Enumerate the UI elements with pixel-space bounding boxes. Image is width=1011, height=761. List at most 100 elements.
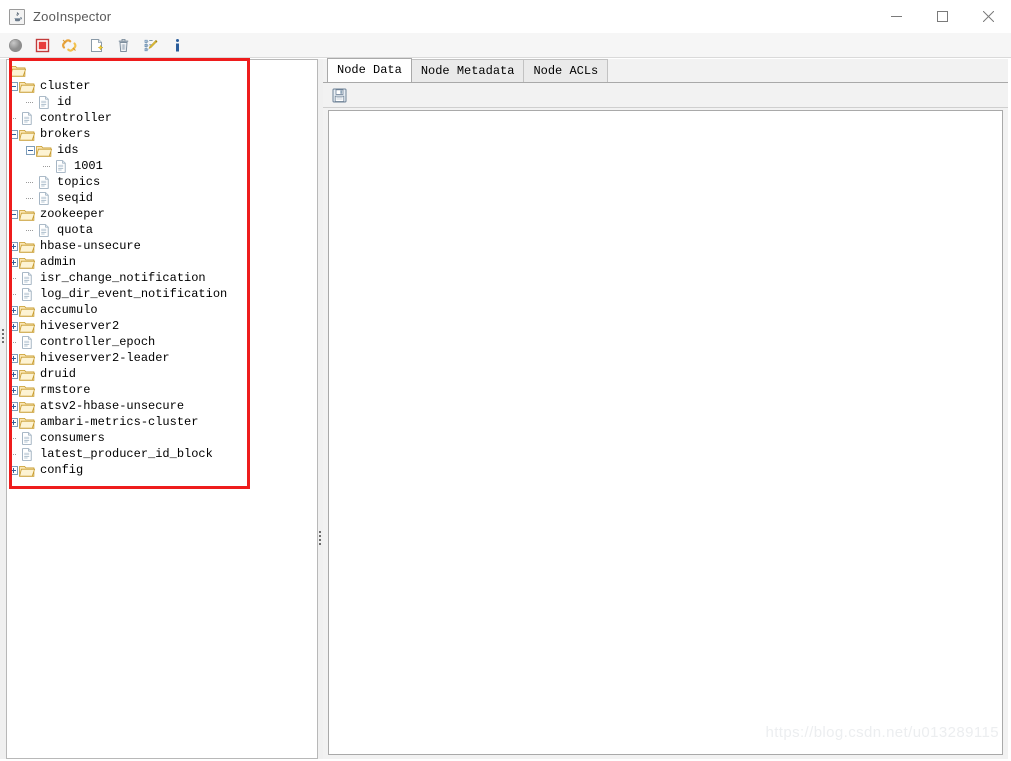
tree-row-label: seqid bbox=[57, 191, 94, 205]
collapse-toggle-icon[interactable] bbox=[26, 145, 35, 155]
expand-toggle-icon[interactable] bbox=[9, 417, 18, 427]
tree-row[interactable]: ids bbox=[7, 142, 317, 158]
tree-row-label: isr_change_notification bbox=[40, 271, 206, 285]
detail-tab-bar[interactable]: Node Data Node Metadata Node ACLs bbox=[323, 58, 1008, 83]
tree-row[interactable]: id bbox=[7, 94, 317, 110]
expand-toggle-icon[interactable] bbox=[9, 385, 18, 395]
tree-row[interactable]: controller_epoch bbox=[7, 334, 317, 350]
connect-button[interactable] bbox=[7, 37, 24, 54]
tree-row[interactable]: consumers bbox=[7, 430, 317, 446]
folder-open-icon bbox=[19, 240, 35, 253]
tree-row[interactable]: zookeeper bbox=[7, 206, 317, 222]
file-icon bbox=[36, 191, 52, 205]
tree-row-label: druid bbox=[40, 367, 77, 381]
expand-toggle-icon[interactable] bbox=[9, 241, 18, 251]
tree-row[interactable]: druid bbox=[7, 366, 317, 382]
tree-row[interactable]: hiveserver2 bbox=[7, 318, 317, 334]
tree-guide-dots bbox=[26, 226, 35, 235]
tree-row[interactable]: 1001 bbox=[7, 158, 317, 174]
tree-row-label: brokers bbox=[40, 127, 91, 141]
node-data-textarea[interactable] bbox=[328, 110, 1003, 755]
expand-toggle-icon[interactable] bbox=[9, 321, 18, 331]
detail-sub-toolbar bbox=[323, 83, 1008, 108]
tree-guide-dots bbox=[43, 162, 52, 171]
collapse-toggle-icon[interactable] bbox=[9, 81, 18, 91]
save-node-data-button[interactable] bbox=[331, 87, 348, 104]
node-tree-panel[interactable]: cluster id controller brokers ids 1001 topics s… bbox=[6, 59, 318, 759]
tree-row-label: topics bbox=[57, 175, 101, 189]
expand-toggle-icon[interactable] bbox=[9, 257, 18, 267]
folder-open-icon bbox=[19, 384, 35, 397]
tree-row[interactable]: rmstore bbox=[7, 382, 317, 398]
collapse-toggle-icon[interactable] bbox=[9, 129, 18, 139]
tree-guide-dots bbox=[26, 194, 35, 203]
tree-row[interactable]: atsv2-hbase-unsecure bbox=[7, 398, 317, 414]
folder-open-icon bbox=[19, 352, 35, 365]
tree-row[interactable]: controller bbox=[7, 110, 317, 126]
delete-node-button[interactable] bbox=[115, 37, 132, 54]
expand-toggle-icon[interactable] bbox=[9, 401, 18, 411]
tree-row[interactable]: hbase-unsecure bbox=[7, 238, 317, 254]
tree-row[interactable]: quota bbox=[7, 222, 317, 238]
folder-open-icon bbox=[19, 400, 35, 413]
file-icon bbox=[36, 175, 52, 189]
tree-row[interactable]: seqid bbox=[7, 190, 317, 206]
zooinspector-window: ZooInspector cluster id controller broke… bbox=[0, 0, 1011, 761]
expand-toggle-icon[interactable] bbox=[9, 465, 18, 475]
tree-row[interactable]: isr_change_notification bbox=[7, 270, 317, 286]
tree-row[interactable]: ambari-metrics-cluster bbox=[7, 414, 317, 430]
tree-guide-dots bbox=[9, 434, 18, 443]
tree-row[interactable]: log_dir_event_notification bbox=[7, 286, 317, 302]
expand-toggle-icon[interactable] bbox=[9, 305, 18, 315]
tree-row[interactable]: latest_producer_id_block bbox=[7, 446, 317, 462]
title-bar-left: ZooInspector bbox=[0, 8, 112, 25]
tree-row[interactable]: hiveserver2-leader bbox=[7, 350, 317, 366]
about-button[interactable] bbox=[169, 37, 186, 54]
file-icon bbox=[53, 159, 69, 173]
tree-row-label: config bbox=[40, 463, 84, 477]
tree-guide-dots bbox=[9, 114, 18, 123]
expand-toggle-icon[interactable] bbox=[9, 369, 18, 379]
tree-row-label: hiveserver2 bbox=[40, 319, 120, 333]
tree-row[interactable]: accumulo bbox=[7, 302, 317, 318]
watermark-text: https://blog.csdn.net/u013289115 bbox=[765, 724, 999, 741]
folder-open-icon bbox=[19, 208, 35, 221]
edit-node-button[interactable] bbox=[142, 37, 159, 54]
file-icon bbox=[19, 271, 35, 285]
window-controls bbox=[873, 0, 1011, 33]
reconnect-button[interactable] bbox=[61, 37, 78, 54]
tab-node-metadata[interactable]: Node Metadata bbox=[410, 59, 525, 82]
right-split-grip[interactable] bbox=[319, 529, 322, 549]
tab-node-acls[interactable]: Node ACLs bbox=[523, 59, 609, 82]
tree-row[interactable]: config bbox=[7, 462, 317, 478]
expand-toggle-icon[interactable] bbox=[9, 353, 18, 363]
maximize-button[interactable] bbox=[919, 0, 965, 33]
left-split-grip[interactable] bbox=[1, 327, 5, 349]
java-coffee-cup-icon bbox=[9, 8, 25, 25]
node-tree[interactable]: cluster id controller brokers ids 1001 topics s… bbox=[7, 60, 317, 478]
disconnect-button[interactable] bbox=[34, 37, 51, 54]
window-title: ZooInspector bbox=[33, 9, 112, 24]
tree-row[interactable]: topics bbox=[7, 174, 317, 190]
file-icon bbox=[36, 95, 52, 109]
add-node-button[interactable] bbox=[88, 37, 105, 54]
collapse-toggle-icon[interactable] bbox=[9, 209, 18, 219]
tab-node-data[interactable]: Node Data bbox=[327, 58, 412, 82]
tree-row[interactable]: admin bbox=[7, 254, 317, 270]
folder-open-icon bbox=[19, 320, 35, 333]
tree-row[interactable]: cluster bbox=[7, 78, 317, 94]
close-button[interactable] bbox=[965, 0, 1011, 33]
tree-row-label: hiveserver2-leader bbox=[40, 351, 170, 365]
folder-open-icon bbox=[19, 256, 35, 269]
minimize-button[interactable] bbox=[873, 0, 919, 33]
folder-open-icon bbox=[19, 368, 35, 381]
file-icon bbox=[19, 335, 35, 349]
tree-row-label: zookeeper bbox=[40, 207, 105, 221]
tree-row-label: hbase-unsecure bbox=[40, 239, 141, 253]
tree-row-label: log_dir_event_notification bbox=[40, 287, 228, 301]
folder-open-icon bbox=[19, 304, 35, 317]
tree-guide-dots bbox=[9, 338, 18, 347]
folder-open-icon bbox=[19, 80, 35, 93]
tree-row[interactable]: brokers bbox=[7, 126, 317, 142]
tree-row-root[interactable] bbox=[7, 62, 317, 78]
